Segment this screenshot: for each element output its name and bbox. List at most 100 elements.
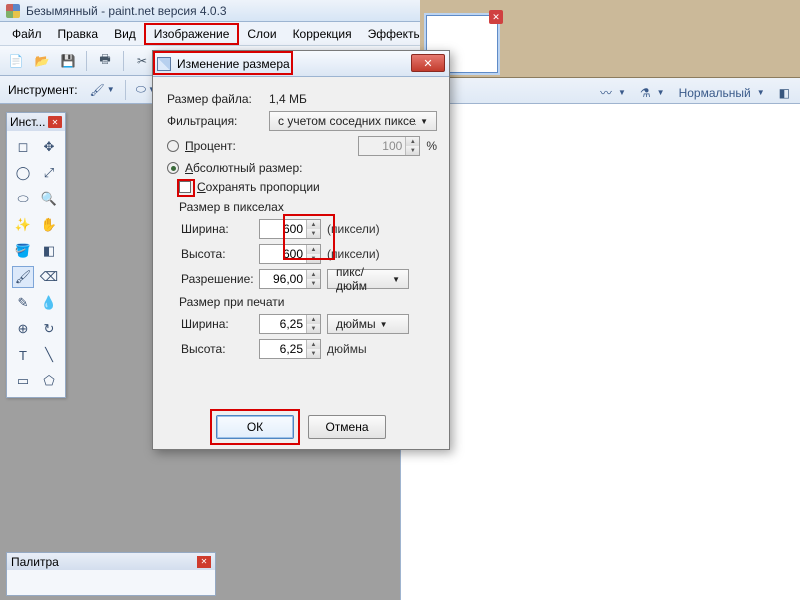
curve-icon: 〰 [600,84,612,101]
percent-unit: % [426,139,437,153]
spin-up-icon[interactable]: ▲ [306,315,320,324]
spin-up-icon[interactable]: ▲ [306,245,320,254]
clone-tool-icon[interactable]: ⊕ [12,318,34,340]
zoom-tool-icon[interactable]: 🔍 [38,188,60,210]
filter-label: Фильтрация: [167,114,263,128]
close-icon[interactable]: ✕ [48,116,62,128]
pixel-size-group: Размер в пикселах [167,200,437,214]
print-unit-dropdown[interactable]: дюймы ▼ [327,314,409,334]
cancel-button[interactable]: Отмена [308,415,386,439]
spin-down-icon[interactable]: ▼ [306,229,320,238]
tools-window-title: Инст... [10,115,45,129]
new-file-icon[interactable]: 📄 [6,51,26,71]
resolution-input[interactable] [260,270,306,288]
blend-mode-label: Нормальный [679,86,751,100]
open-file-icon[interactable]: 📂 [32,51,52,71]
width-px-spinner[interactable]: ▲▼ [259,219,321,239]
text-tool-icon[interactable]: T [12,344,34,366]
canvas-area[interactable] [400,104,800,600]
resolution-unit-value: пикс/дюйм [336,265,388,293]
line-tool-icon[interactable]: ╲ [38,344,60,366]
pan-tool-icon[interactable]: ✋ [38,214,60,236]
pencil-tool-icon[interactable]: ✎ [12,292,34,314]
ok-button[interactable]: ОК [216,415,294,439]
print-height-input[interactable] [260,340,306,358]
resolution-label: Разрешение: [167,272,253,286]
freeform-tool-icon[interactable]: ⬠ [38,370,60,392]
print-width-input[interactable] [260,315,306,333]
palette-window-header[interactable]: Палитра ✕ [7,553,215,570]
color-picker-tool-icon[interactable]: 💧 [38,292,60,314]
dialog-titlebar[interactable]: Изменение размера ✕ [153,51,449,77]
resolution-spinner[interactable]: ▲▼ [259,269,321,289]
eraser-tool-icon[interactable]: ⌫ [38,266,60,288]
cut-icon[interactable]: ✂ [132,51,152,71]
spin-up-icon[interactable]: ▲ [306,270,320,279]
separator [86,51,87,71]
tool-dropdown[interactable]: 🖌▼ [90,83,115,97]
magic-wand-tool-icon[interactable]: ✨ [12,214,34,236]
move-tool-icon[interactable]: ✥ [38,136,60,158]
spin-down-icon: ▼ [405,146,419,155]
recolor-tool-icon[interactable]: ↻ [38,318,60,340]
close-icon[interactable]: ✕ [197,556,211,568]
print-icon[interactable]: 🖶 [95,51,115,71]
document-thumb-strip: ✕ [420,0,800,78]
print-width-label: Ширина: [167,317,253,331]
opacity-icon[interactable]: ◧ [779,86,790,100]
menu-view[interactable]: Вид [106,25,144,43]
spin-down-icon[interactable]: ▼ [306,254,320,263]
fill-dropdown[interactable]: ⚗▼ [640,86,665,100]
height-px-spinner[interactable]: ▲▼ [259,244,321,264]
spin-down-icon[interactable]: ▼ [306,324,320,333]
blend-mode-dropdown[interactable]: Нормальный▼ [679,86,765,100]
percent-radio[interactable] [167,140,179,152]
move-selection-tool-icon[interactable]: ⤢ [38,162,60,184]
save-icon[interactable]: 💾 [58,51,78,71]
tools-window-header[interactable]: Инст... ✕ [7,113,65,131]
rect-tool-icon[interactable]: ▭ [12,370,34,392]
menu-adjust[interactable]: Коррекция [285,25,360,43]
height-px-input[interactable] [260,245,306,263]
width-px-input[interactable] [260,220,306,238]
brush-icon: 🖌 [90,83,105,97]
filter-dropdown[interactable]: с учетом соседних пикселов ▼ [269,111,437,131]
curve-dropdown[interactable]: 〰▼ [600,84,626,101]
chevron-down-icon: ▼ [380,320,388,329]
print-width-spinner[interactable]: ▲▼ [259,314,321,334]
spin-up-icon: ▲ [405,137,419,146]
fill-tool-icon[interactable]: 🪣 [12,240,34,262]
print-size-group: Размер при печати [167,295,437,309]
gradient-tool-icon[interactable]: ◧ [38,240,60,262]
dialog-close-button[interactable]: ✕ [411,54,445,72]
menu-image[interactable]: Изображение [144,23,240,45]
brush-tool-icon[interactable]: 🖌 [12,266,34,288]
rect-select-tool-icon[interactable]: ◻ [12,136,34,158]
keep-aspect-label: Сохранять пропорции [197,180,320,194]
ellipse-select-tool-icon[interactable]: ⬭ [12,188,34,210]
spin-up-icon[interactable]: ▲ [306,220,320,229]
spin-up-icon[interactable]: ▲ [306,340,320,349]
keep-aspect-checkbox[interactable] [179,181,191,193]
menu-edit[interactable]: Правка [50,25,107,43]
px-unit: (пиксели) [327,247,380,261]
px-unit: (пиксели) [327,222,380,236]
chevron-down-icon: ▼ [392,275,400,284]
shape-icon: ⬭ [136,82,146,97]
filesize-value: 1,4 МБ [269,92,307,106]
percent-input [359,137,405,155]
spin-down-icon[interactable]: ▼ [306,349,320,358]
filter-value: с учетом соседних пикселов [278,114,416,128]
lasso-tool-icon[interactable]: ◯ [12,162,34,184]
menu-layers[interactable]: Слои [239,25,284,43]
dialog-button-row: ОК Отмена [153,415,449,439]
main-window: ✕ Безымянный - paint.net версия 4.0.3 Фа… [0,0,800,600]
resolution-unit-dropdown[interactable]: пикс/дюйм ▼ [327,269,409,289]
print-height-spinner[interactable]: ▲▼ [259,339,321,359]
close-document-icon[interactable]: ✕ [489,10,503,24]
percent-spinner: ▲▼ [358,136,420,156]
menu-file[interactable]: Файл [4,25,50,43]
tool-label: Инструмент: [8,83,82,97]
absolute-radio[interactable] [167,162,179,174]
spin-down-icon[interactable]: ▼ [306,279,320,288]
